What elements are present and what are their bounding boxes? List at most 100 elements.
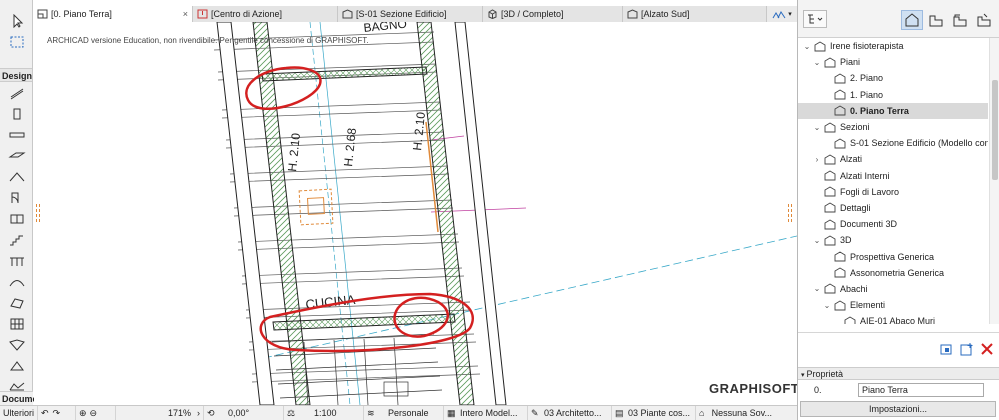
tree-item[interactable]: Documenti 3D [798, 216, 988, 232]
renovation-filter[interactable]: ⌂ Nessuna Sov... [696, 406, 775, 420]
tree-item[interactable]: ⌄ Elementi [798, 297, 988, 313]
tree-item[interactable]: S-01 Sezione Edificio (Modello con ricc [798, 135, 988, 151]
stair-icon [9, 235, 23, 245]
story-name-field[interactable]: Piano Terra [858, 383, 984, 397]
height-label-1: H. 2.10 [285, 132, 303, 172]
tree-item-label: Abachi [840, 283, 868, 294]
tree-item-label: Fogli di Lavoro [840, 186, 900, 197]
settings-button[interactable]: Impostazioni... [800, 401, 996, 417]
orientation-value[interactable]: ⟲ 0,00° [204, 405, 284, 420]
tab-list-button[interactable]: ▾ [767, 6, 797, 22]
undo-icon[interactable]: ↶ [41, 408, 49, 419]
tree-item-label: Elementi [850, 300, 886, 311]
chevron-right-icon: › [197, 408, 200, 418]
tree-item[interactable]: › Alzati [798, 151, 988, 167]
tree-item[interactable]: ⌄ Sezioni [798, 119, 988, 135]
morph-tool-button[interactable] [0, 292, 33, 313]
zone-tool-button[interactable] [0, 334, 33, 355]
slab-tool-button[interactable] [0, 145, 33, 166]
tree-item[interactable]: Dettagli [798, 200, 988, 216]
tab-section[interactable]: [S-01 Sezione Edificio] [338, 6, 483, 22]
arrow-tool-button[interactable] [0, 10, 33, 31]
wall-tool-button[interactable] [0, 82, 33, 103]
tab-elevation[interactable]: [Alzato Sud] [623, 6, 767, 22]
tree-item[interactable]: ⌄ Irene fisioterapista [798, 38, 988, 54]
model-view-options[interactable]: ▦ Intero Model... [444, 405, 528, 420]
scale-icon: ⚖ [287, 408, 296, 418]
expand-chevron-icon[interactable]: ⌄ [812, 236, 822, 245]
marquee-tool-button[interactable] [0, 31, 33, 52]
schedules-icon [824, 283, 836, 294]
tree-item[interactable]: 0. Piano Terra [798, 102, 988, 119]
window-icon [10, 214, 23, 223]
more-label[interactable]: Ulteriori [0, 405, 38, 420]
tree-item-label: Assonometria Generica [850, 267, 945, 278]
tree-dropdown-icon [808, 14, 823, 24]
right-pane-handle[interactable] [788, 204, 792, 222]
expand-chevron-icon[interactable]: ⌄ [812, 284, 822, 293]
column-tool-button[interactable] [0, 103, 33, 124]
clone-folder-icon[interactable] [940, 342, 954, 356]
chevron-down-icon: ▾ [788, 11, 792, 18]
door-tool-button[interactable] [0, 187, 33, 208]
tree-item[interactable]: ⌄ Abachi [798, 281, 988, 297]
pen-set[interactable]: ✎ 03 Architetto... [528, 405, 612, 420]
delete-icon[interactable] [980, 342, 994, 356]
railing-tool-button[interactable] [0, 250, 33, 271]
layers-icon: ≋ [367, 408, 375, 418]
redo-icon[interactable]: ↷ [53, 408, 61, 419]
height-label-3: H. 2.10 [410, 111, 428, 151]
zoom-in-icon[interactable]: ⊕ [79, 408, 87, 419]
expand-chevron-icon[interactable]: ⌄ [802, 42, 812, 51]
schedule-table-icon [844, 316, 856, 324]
roof-tool-button[interactable] [0, 166, 33, 187]
tab-3d[interactable]: [3D / Completo] [483, 6, 623, 22]
archicad-window: Design Docume [0. Piano Terra] × [Centro… [0, 0, 999, 420]
tree-item[interactable]: 1. Piano [798, 87, 988, 103]
railing-icon [9, 257, 24, 266]
stair-tool-button[interactable] [0, 229, 33, 250]
tree-item[interactable]: 2. Piano [798, 70, 988, 86]
tab-label: [Alzato Sud] [641, 9, 690, 19]
new-view-icon[interactable] [960, 342, 974, 356]
tree-item[interactable]: Prospettiva Generica [798, 248, 988, 264]
tree-item[interactable]: AIE-01 Abaco Muri [798, 313, 988, 324]
tabs-overview-icon [772, 11, 786, 19]
floorplan-canvas[interactable]: BAGNO CUCINA H. 2.10 H. 2.68 H. 2.10 ARC… [34, 22, 797, 405]
tree-item[interactable]: ⌄ Piani [798, 54, 988, 70]
mvo-icon: ▤ [615, 408, 624, 418]
object-tool-button[interactable] [0, 355, 33, 376]
navigator-dropdown-button[interactable] [803, 10, 827, 28]
expand-chevron-icon[interactable]: ⌄ [812, 123, 822, 132]
beam-tool-button[interactable] [0, 124, 33, 145]
renovation-icon: ⌂ [699, 408, 705, 418]
zoom-out-icon[interactable]: ⊖ [90, 408, 98, 419]
tree-item[interactable]: Assonometria Generica [798, 265, 988, 281]
mvo-combination[interactable]: ▤ 03 Piante cos... [612, 405, 696, 420]
view-map-button[interactable] [925, 10, 947, 30]
tab-action-center[interactable]: [Centro di Azione] [193, 6, 338, 22]
close-tab-button[interactable]: × [177, 9, 188, 19]
scrollbar-thumb[interactable] [992, 80, 998, 180]
tree-item[interactable]: Alzati Interni [798, 168, 988, 184]
curtain-wall-tool-button[interactable] [0, 313, 33, 334]
expand-chevron-icon[interactable]: › [812, 155, 822, 164]
window-tool-button[interactable] [0, 208, 33, 229]
column-icon [13, 108, 20, 119]
layer-combination[interactable]: ≋ Personale [364, 405, 444, 420]
tree-scrollbar[interactable] [989, 38, 999, 324]
tab-floorplan[interactable]: [0. Piano Terra] × [33, 6, 193, 22]
zoom-value[interactable]: 171% › [116, 405, 204, 420]
left-pane-handle[interactable] [36, 204, 40, 222]
publisher-sets-button[interactable] [973, 10, 995, 30]
shell-tool-button[interactable] [0, 271, 33, 292]
project-map-button[interactable] [901, 10, 923, 30]
perspective-icon [834, 251, 846, 262]
layout-book-button[interactable] [949, 10, 971, 30]
tree-item[interactable]: ⌄ 3D [798, 232, 988, 248]
scale-value[interactable]: ⚖ 1:100 [284, 405, 364, 420]
expand-chevron-icon[interactable]: ⌄ [812, 58, 822, 67]
tree-item[interactable]: Fogli di Lavoro [798, 184, 988, 200]
tab-label: [Centro di Azione] [211, 9, 283, 19]
expand-chevron-icon[interactable]: ⌄ [822, 301, 832, 310]
